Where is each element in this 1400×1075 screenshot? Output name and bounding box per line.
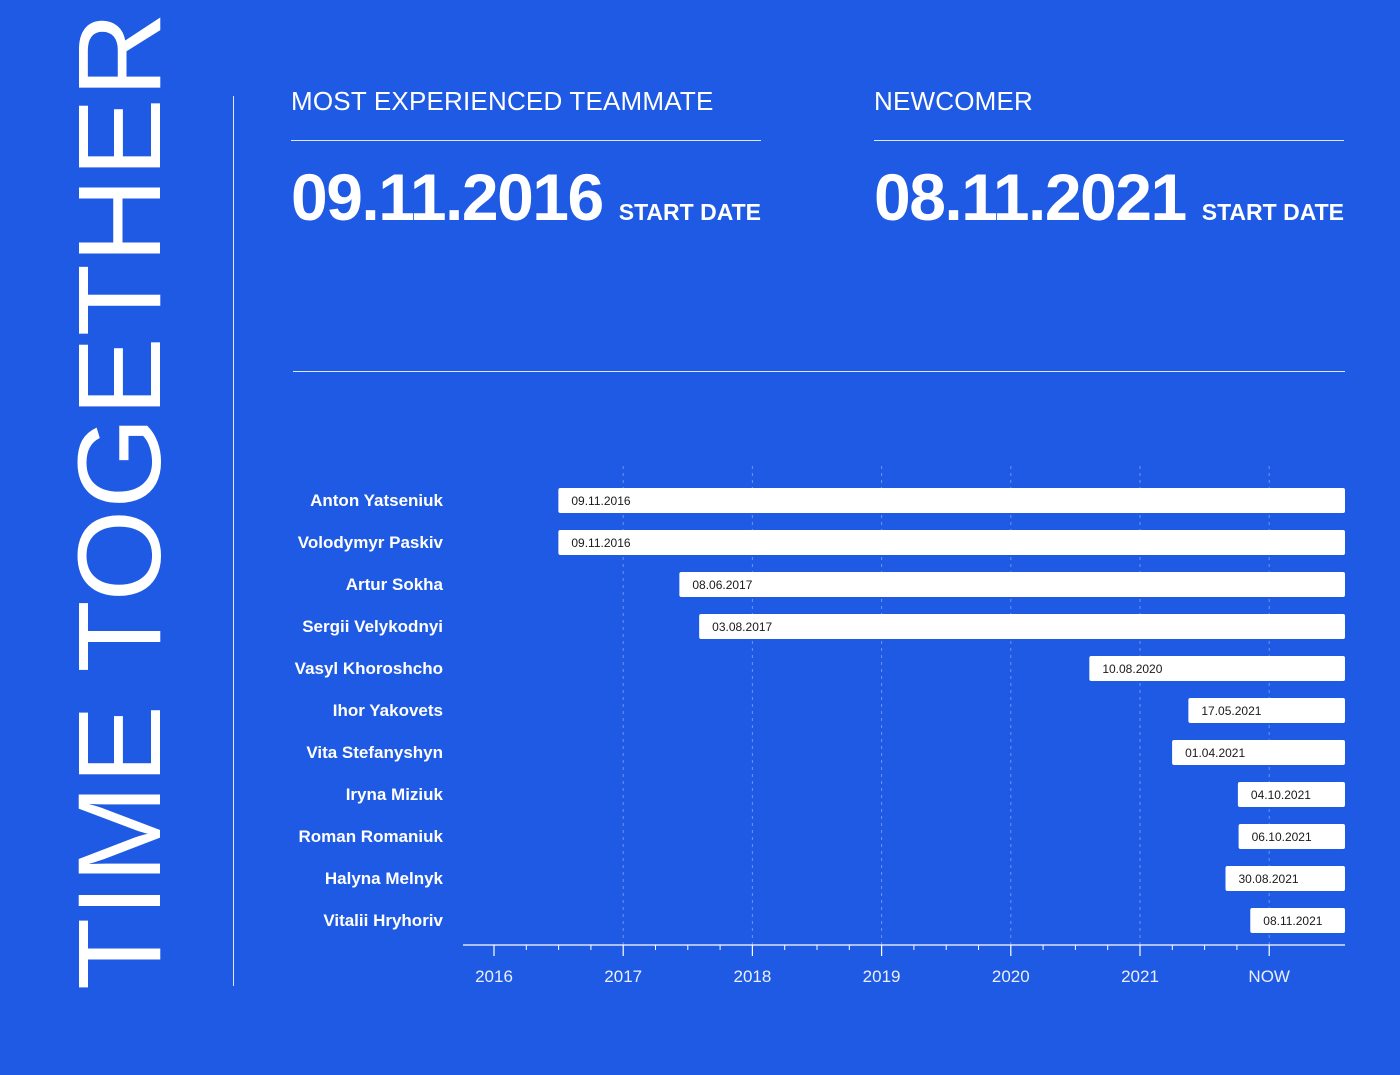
- row-name-label: Vita Stefanyshyn: [306, 743, 443, 762]
- tenure-bar: [558, 488, 1345, 513]
- bar-date-label: 09.11.2016: [571, 536, 630, 550]
- tenure-bar: [679, 572, 1345, 597]
- bar-date-label: 10.08.2020: [1102, 662, 1162, 676]
- tenure-bar: [558, 530, 1345, 555]
- row-name-label: Volodymyr Paskiv: [298, 533, 444, 552]
- bar-date-label: 03.08.2017: [712, 620, 772, 634]
- tenure-bar: [699, 614, 1345, 639]
- bar-date-label: 08.11.2021: [1263, 914, 1322, 928]
- x-tick-label: 2017: [604, 967, 642, 986]
- bar-date-label: 06.10.2021: [1252, 830, 1312, 844]
- bar-date-label: 17.05.2021: [1201, 704, 1261, 718]
- row-name-label: Sergii Velykodnyi: [302, 617, 443, 636]
- x-tick-label: 2016: [475, 967, 513, 986]
- x-tick-label: 2021: [1121, 967, 1159, 986]
- row-name-label: Halyna Melnyk: [325, 869, 444, 888]
- row-name-label: Ihor Yakovets: [333, 701, 443, 720]
- x-tick-label: 2020: [992, 967, 1030, 986]
- bar-date-label: 09.11.2016: [571, 494, 630, 508]
- row-name-label: Roman Romaniuk: [298, 827, 443, 846]
- timeline-chart: 2016 2017 2018 2019 2020 2021 NOW Anton Yatseni…: [295, 466, 1345, 986]
- row-name-label: Iryna Miziuk: [346, 785, 444, 804]
- bar-date-label: 30.08.2021: [1239, 872, 1299, 886]
- x-tick-label: 2019: [863, 967, 901, 986]
- x-tick-label: NOW: [1248, 967, 1290, 986]
- row-name-label: Artur Sokha: [346, 575, 444, 594]
- bar-date-label: 08.06.2017: [692, 578, 752, 592]
- x-tick-label: 2018: [733, 967, 771, 986]
- row-name-label: Vasyl Khoroshcho: [295, 659, 443, 678]
- bar-date-label: 01.04.2021: [1185, 746, 1245, 760]
- row-name-label: Anton Yatseniuk: [310, 491, 443, 510]
- row-name-label: Vitalii Hryhoriv: [323, 911, 443, 930]
- bar-date-label: 04.10.2021: [1251, 788, 1311, 802]
